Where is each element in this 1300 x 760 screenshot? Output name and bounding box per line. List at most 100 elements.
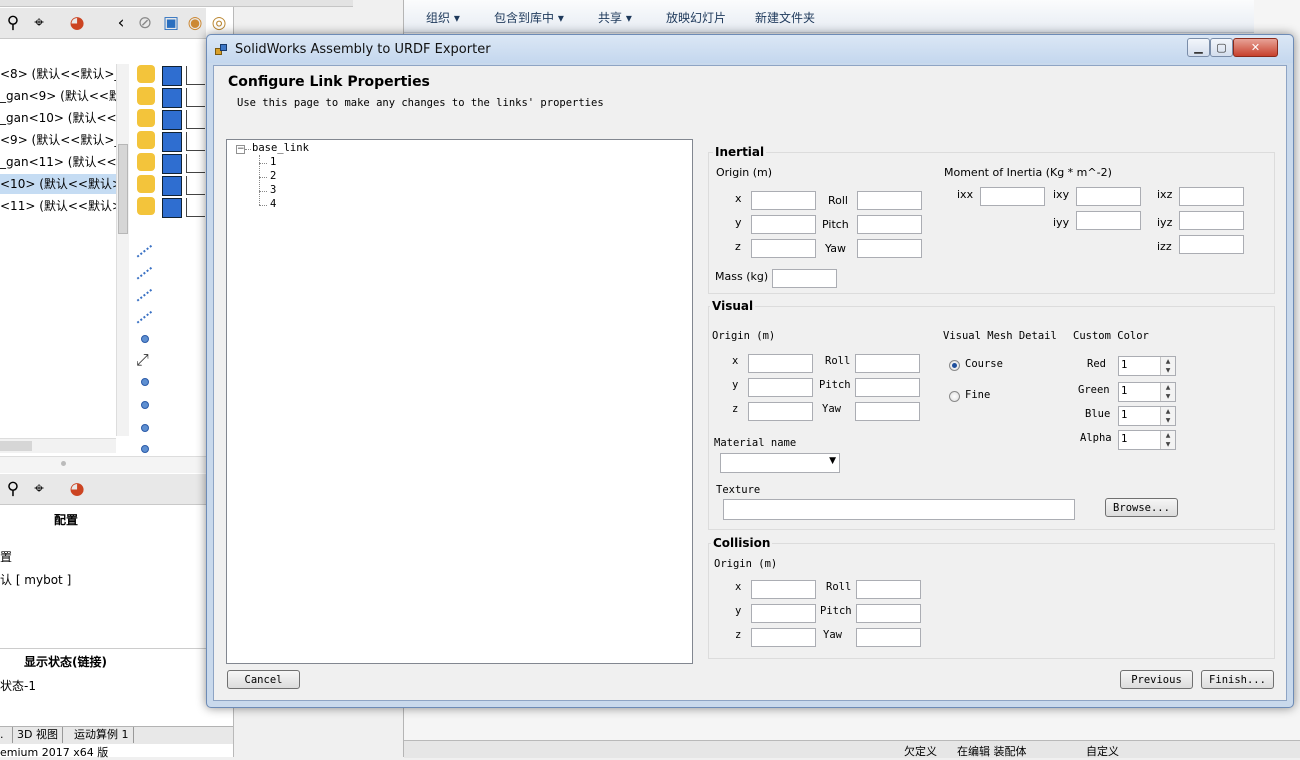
izz-input[interactable] [1179, 235, 1244, 254]
slideshow-button[interactable]: 放映幻灯片 [666, 9, 726, 26]
appearance-tab-icon[interactable]: ◕ [64, 11, 90, 35]
bottom-tab-motion-study[interactable]: 运动算例 1 [70, 727, 134, 743]
link-tree[interactable]: − base_link 1 2 3 4 [226, 139, 693, 664]
maximize-button[interactable]: ▢ [1210, 38, 1233, 57]
share-menu[interactable]: 共享 ▾ [598, 9, 632, 26]
chevron-down-icon[interactable]: ▼ [1160, 366, 1175, 375]
visual-x-input[interactable] [748, 354, 813, 373]
visual-yaw-input[interactable] [855, 402, 920, 421]
chevron-up-icon[interactable]: ▲ [1160, 383, 1175, 392]
cancel-button[interactable]: Cancel [227, 670, 300, 689]
iyy-input[interactable] [1076, 211, 1141, 230]
organize-menu[interactable]: 组织 ▾ [426, 9, 460, 26]
collision-pitch-input[interactable] [856, 604, 921, 623]
tree-node-link[interactable]: 3 [270, 184, 276, 196]
visual-y-input[interactable] [748, 378, 813, 397]
inertial-y-label: y [735, 216, 742, 229]
point-icon [141, 445, 149, 453]
bottom-tab-3d-view[interactable]: 3D 视图 [12, 727, 63, 743]
red-stepper[interactable]: 1 ▲ ▼ [1118, 356, 1176, 376]
chevron-up-icon[interactable]: ▲ [1160, 357, 1175, 366]
appearance-tab-icon[interactable]: ◕ [64, 477, 90, 501]
course-radio-label[interactable]: Course [965, 358, 1003, 370]
color-palette-icon[interactable]: ◉ [182, 11, 208, 35]
tree-vertical-scrollbar[interactable] [116, 64, 129, 436]
collision-roll-label: Roll [826, 581, 852, 593]
tree-node-link[interactable]: 1 [270, 156, 276, 168]
blue-stepper[interactable]: 1 ▲ ▼ [1118, 406, 1176, 426]
chevron-down-icon[interactable]: ▼ [1160, 440, 1175, 449]
property-manager-tab-icon[interactable]: ⚲ [0, 477, 26, 501]
ixz-input[interactable] [1179, 187, 1244, 206]
collision-yaw-input[interactable] [856, 628, 921, 647]
fine-radio-label[interactable]: Fine [965, 389, 990, 401]
chevron-down-icon[interactable]: ▼ [829, 456, 836, 466]
collapse-icon[interactable]: − [236, 145, 245, 154]
inertial-x-input[interactable] [751, 191, 816, 210]
tree-node-link[interactable]: 2 [270, 170, 276, 182]
crosshair-tab-icon[interactable]: ⌖ [26, 477, 52, 501]
view-icon[interactable]: ◎ [206, 11, 232, 35]
chevron-down-icon[interactable]: ▼ [1160, 392, 1175, 401]
include-in-library-menu[interactable]: 包含到库中 ▾ [494, 9, 564, 26]
texture-input[interactable] [723, 499, 1075, 520]
new-folder-button[interactable]: 新建文件夹 [755, 9, 815, 26]
hide-icon[interactable]: ⊘ [132, 11, 158, 35]
material-select[interactable]: ▼ [720, 453, 840, 473]
inertial-yaw-input[interactable] [857, 239, 922, 258]
tree-row[interactable]: <11> (默认<<默认>_ [0, 196, 128, 216]
iyz-input[interactable] [1179, 211, 1244, 230]
inertial-roll-input[interactable] [857, 191, 922, 210]
splitter[interactable] [0, 456, 206, 473]
collision-z-input[interactable] [751, 628, 816, 647]
finish-button[interactable]: Finish... [1201, 670, 1274, 689]
scrollbar-thumb[interactable] [118, 144, 128, 234]
minimize-button[interactable]: ▁ [1187, 38, 1210, 57]
inertial-z-input[interactable] [751, 239, 816, 258]
course-radio[interactable] [949, 360, 960, 371]
ixx-input[interactable] [980, 187, 1045, 206]
inertial-pitch-input[interactable] [857, 215, 922, 234]
collision-roll-input[interactable] [856, 580, 921, 599]
bottom-tabs: . 3D 视图 运动算例 1 [0, 726, 233, 744]
visual-pitch-input[interactable] [855, 378, 920, 397]
collision-y-input[interactable] [751, 604, 816, 623]
visual-roll-input[interactable] [855, 354, 920, 373]
crosshair-tab-icon[interactable]: ⌖ [26, 11, 52, 35]
browse-button[interactable]: Browse... [1105, 498, 1178, 517]
tree-row[interactable]: <8> (默认<<默认>_显 [0, 64, 128, 84]
green-stepper[interactable]: 1 ▲ ▼ [1118, 382, 1176, 402]
scrollbar-thumb[interactable] [0, 441, 32, 451]
plane-icon [186, 198, 205, 217]
fine-radio[interactable] [949, 391, 960, 402]
display-state-value[interactable]: 状态-1 [0, 677, 36, 694]
chevron-up-icon[interactable]: ▲ [1160, 407, 1175, 416]
tree-horizontal-scrollbar[interactable] [0, 438, 116, 453]
chevron-down-icon[interactable]: ▼ [1160, 416, 1175, 425]
tree-row[interactable]: _gan<9> (默认<<默 [0, 86, 128, 106]
previous-button[interactable]: Previous [1120, 670, 1193, 689]
config-value[interactable]: 认 [ mybot ] [0, 571, 71, 588]
property-manager-tab-icon[interactable]: ⚲ [0, 11, 26, 35]
collision-x-input[interactable] [751, 580, 816, 599]
chevron-left-icon[interactable]: ‹ [108, 11, 134, 35]
visual-z-input[interactable] [748, 402, 813, 421]
tree-node-link[interactable]: 4 [270, 198, 276, 210]
alpha-stepper[interactable]: 1 ▲ ▼ [1118, 430, 1176, 450]
tree-row[interactable]: _gan<11> (默认<<默 [0, 152, 128, 172]
tree-row-selected[interactable]: <10> (默认<<默认>_ [0, 174, 128, 194]
inertial-y-input[interactable] [751, 215, 816, 234]
tree-node-base-link[interactable]: base_link [252, 142, 309, 154]
close-button[interactable]: ✕ [1233, 38, 1278, 57]
part-cube-icon [162, 176, 182, 196]
tree-row[interactable]: <9> (默认<<默认>_显 [0, 130, 128, 150]
cube-icon[interactable]: ▣ [158, 11, 184, 35]
ixy-input[interactable] [1076, 187, 1141, 206]
bottom-tab[interactable]: . [0, 728, 4, 741]
dialog-titlebar[interactable]: SolidWorks Assembly to URDF Exporter ▁ ▢… [207, 35, 1293, 63]
solidworks-status-bar: 欠定义 在编辑 装配体 自定义 [404, 740, 1300, 758]
visual-x-label: x [732, 355, 739, 367]
chevron-up-icon[interactable]: ▲ [1160, 431, 1175, 440]
tree-row[interactable]: _gan<10> (默认<<默 [0, 108, 128, 128]
mass-input[interactable] [772, 269, 837, 288]
